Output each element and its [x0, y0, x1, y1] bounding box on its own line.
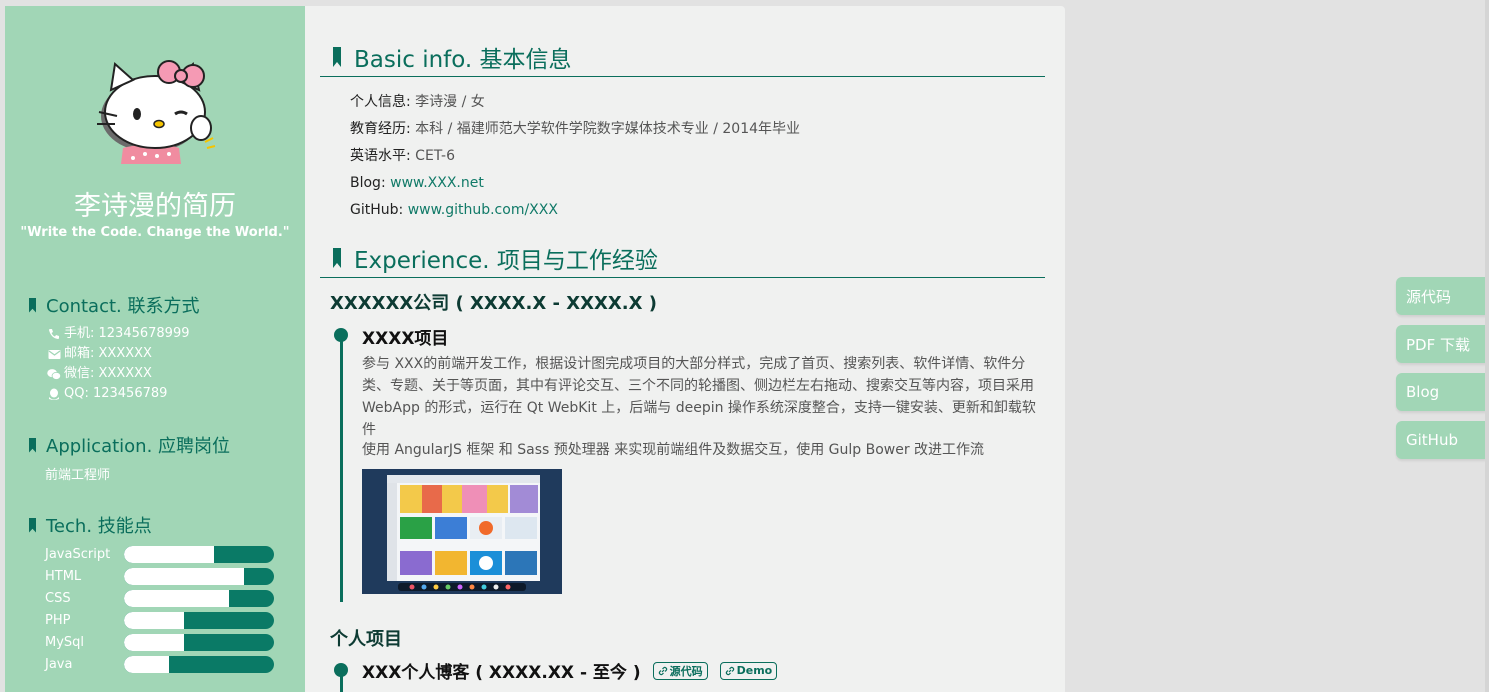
info-row: 英语水平: CET-6: [350, 143, 800, 170]
tech-title-text: Tech. 技能点: [46, 516, 152, 537]
experience-title: Experience. 项目与工作经验: [320, 241, 1045, 278]
scrollbar[interactable]: [1485, 0, 1489, 692]
demo-tag-text: Demo: [736, 664, 773, 677]
project-desc-2: 使用 AngularJS 框架 和 Sass 预处理器 来实现前端组件及数据交互…: [362, 442, 985, 458]
contact-phone: 手机: 12345678999: [64, 326, 190, 341]
main-content: Basic info. 基本信息 个人信息: 李诗漫 / 女 教育经历: 本科 …: [305, 6, 1065, 692]
contact-qq: QQ: 123456789: [64, 386, 168, 401]
qq-icon: [47, 387, 61, 401]
resume-name: 李诗漫的简历: [74, 191, 236, 222]
contact-wechat: 微信: XXXXXX: [64, 366, 152, 381]
bookmark-icon: [29, 437, 36, 453]
link-icon: [725, 666, 734, 675]
skill-fill: [124, 545, 214, 563]
resume-page: 李诗漫的简历 "Write the Code. Change the World…: [5, 6, 1065, 692]
skill-name: CSS: [45, 590, 71, 606]
experience-title-text: Experience. 项目与工作经验: [354, 248, 658, 274]
skill-bar: [124, 611, 274, 629]
info-row: Blog: www.XXX.net: [350, 170, 800, 197]
skill-row: Java: [45, 653, 285, 675]
skill-row: PHP: [45, 609, 285, 631]
bookmark-icon: [333, 47, 341, 67]
skill-fill: [124, 655, 169, 673]
skill-row: MySql: [45, 631, 285, 653]
basic-info-title: Basic info. 基本信息: [320, 40, 1045, 77]
basic-info-list: 个人信息: 李诗漫 / 女 教育经历: 本科 / 福建师范大学软件学院数字媒体技…: [350, 89, 800, 224]
demo-tag[interactable]: Demo: [719, 661, 778, 680]
avatar: [93, 50, 219, 170]
project-desc-1: 参与 XXX的前端开发工作，根据设计图完成项目的大部分样式，完成了首页、搜索列表…: [362, 356, 1036, 438]
info-label: 教育经历:: [350, 121, 411, 137]
contact-item: 手机: 12345678999: [47, 324, 190, 344]
pdf-download-button[interactable]: PDF 下载: [1396, 325, 1486, 363]
github-link[interactable]: www.github.com/XXX: [408, 202, 558, 218]
tech-title: Tech. 技能点: [29, 512, 152, 538]
source-code-button[interactable]: 源代码: [1396, 277, 1486, 315]
personal-project-row: XXX个人博客 ( XXXX.XX - 至今 ) 源代码 Demo: [362, 658, 778, 683]
contact-list: 手机: 12345678999 邮箱: XXXXXX 微信: XXXXXX QQ…: [47, 324, 190, 404]
wechat-icon: [47, 367, 61, 381]
timeline-line: [340, 336, 343, 602]
skill-bar: [124, 589, 274, 607]
skill-name: JavaScript: [45, 546, 111, 562]
skill-name: Java: [45, 656, 73, 672]
skill-row: JavaScript: [45, 543, 285, 565]
timeline-dot: [334, 663, 348, 677]
source-code-tag-text: 源代码: [669, 664, 703, 678]
skills-list: JavaScript HTML CSS PHP MySql Java: [45, 543, 285, 675]
skill-fill: [124, 589, 229, 607]
skill-bar: [124, 545, 274, 563]
contact-title-text: Contact. 联系方式: [46, 296, 200, 317]
contact-mail: 邮箱: XXXXXX: [64, 346, 152, 361]
personal-projects-title: 个人项目: [330, 629, 402, 650]
mail-icon: [47, 347, 61, 361]
skill-name: PHP: [45, 612, 71, 628]
application-title: Application. 应聘岗位: [29, 432, 230, 458]
skill-fill: [124, 567, 244, 585]
info-row: 个人信息: 李诗漫 / 女: [350, 89, 800, 116]
phone-icon: [47, 327, 61, 341]
project-description: 参与 XXX的前端开发工作，根据设计图完成项目的大部分样式，完成了首页、搜索列表…: [362, 353, 1047, 461]
skill-row: CSS: [45, 587, 285, 609]
github-button[interactable]: GitHub: [1396, 421, 1486, 459]
motto: "Write the Code. Change the World.": [20, 225, 290, 240]
application-title-text: Application. 应聘岗位: [46, 436, 231, 457]
application-position: 前端工程师: [45, 468, 111, 483]
info-label: GitHub:: [350, 202, 404, 218]
info-label: 个人信息:: [350, 94, 411, 110]
project-screenshot: [362, 469, 562, 594]
skill-bar: [124, 655, 274, 673]
skill-fill: [124, 611, 184, 629]
blog-button[interactable]: Blog: [1396, 373, 1486, 411]
skill-row: HTML: [45, 565, 285, 587]
bookmark-icon: [29, 297, 36, 313]
timeline-dot: [334, 328, 348, 342]
skill-fill: [124, 633, 184, 651]
project-title: XXXX项目: [362, 329, 449, 349]
skill-bar: [124, 567, 274, 585]
info-value: 李诗漫 / 女: [415, 94, 485, 110]
info-label: 英语水平:: [350, 148, 411, 164]
contact-item: 邮箱: XXXXXX: [47, 344, 190, 364]
company-title: XXXXXX公司 ( XXXX.X - XXXX.X ): [330, 293, 657, 314]
skill-bar: [124, 633, 274, 651]
contact-item: 微信: XXXXXX: [47, 364, 190, 384]
info-row: 教育经历: 本科 / 福建师范大学软件学院数字媒体技术专业 / 2014年毕业: [350, 116, 800, 143]
bookmark-icon: [29, 517, 36, 533]
contact-title: Contact. 联系方式: [29, 292, 199, 318]
info-value: CET-6: [415, 148, 456, 164]
contact-item: QQ: 123456789: [47, 384, 190, 404]
personal-project-title: XXX个人博客 ( XXXX.XX - 至今 ): [362, 663, 641, 683]
link-icon: [658, 666, 667, 675]
source-code-tag[interactable]: 源代码: [652, 661, 708, 680]
sidebar: 李诗漫的简历 "Write the Code. Change the World…: [5, 6, 305, 692]
info-value: 本科 / 福建师范大学软件学院数字媒体技术专业 / 2014年毕业: [415, 121, 801, 137]
info-row: GitHub: www.github.com/XXX: [350, 197, 800, 224]
skill-name: MySql: [45, 634, 85, 650]
skill-name: HTML: [45, 568, 82, 584]
basic-info-title-text: Basic info. 基本信息: [354, 47, 572, 73]
blog-link[interactable]: www.XXX.net: [390, 175, 484, 191]
bookmark-icon: [333, 248, 341, 268]
info-label: Blog:: [350, 175, 386, 191]
